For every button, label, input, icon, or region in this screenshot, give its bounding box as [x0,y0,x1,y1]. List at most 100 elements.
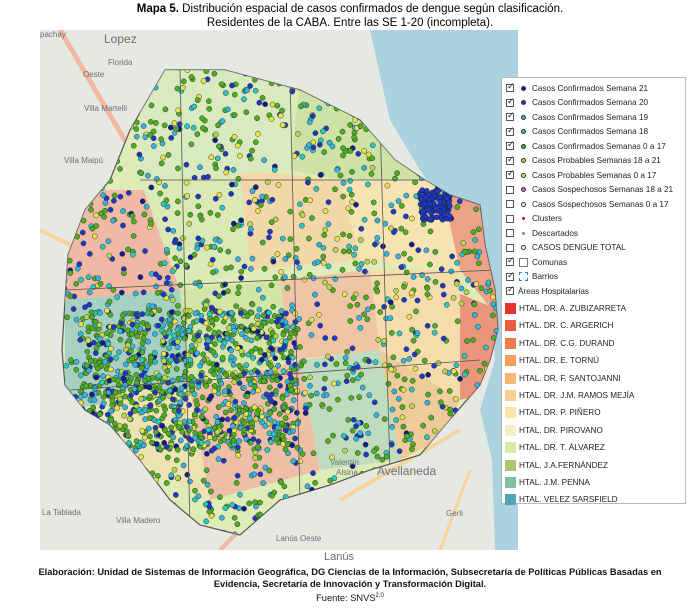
hospital-legend-row: HTAL. J.M. PENNA [502,475,590,491]
case-point [230,226,236,233]
case-point [82,442,89,449]
case-point [180,235,186,241]
case-point [142,407,148,413]
layer-checkbox[interactable] [506,229,514,237]
legend-layer-row[interactable]: Casos Confirmados Semana 19 [502,110,648,124]
case-point [187,478,193,485]
legend-layer-row[interactable]: Clusters [502,212,562,226]
legend-layer-row[interactable]: Casos Confirmados Semanas 0 a 17 [502,139,666,153]
case-point [285,359,292,366]
legend-layer-row[interactable]: Casos Confirmados Semana 21 [502,81,648,95]
layer-checkbox[interactable] [506,126,515,136]
case-point [408,500,414,507]
case-point [177,258,184,265]
case-point [231,414,238,421]
case-point [203,320,210,327]
case-point [146,384,153,391]
layer-checkbox[interactable] [506,285,515,295]
case-point [111,197,117,204]
layer-checkbox[interactable] [506,271,515,281]
case-point [75,111,82,118]
case-point [476,401,483,408]
legend-layer-row[interactable]: Casos Probables Semanas 0 a 17 [502,168,656,182]
case-point [321,149,328,155]
hospital-label: HTAL. DR. J.M. RAMOS MEJÍA [519,391,635,400]
case-point [317,172,324,178]
case-point [343,83,350,90]
case-point [322,375,328,382]
legend-panel[interactable]: Casos Confirmados Semana 21 Casos Confirm… [501,77,686,506]
case-point [75,440,81,447]
case-point [147,485,154,492]
case-point [340,231,346,238]
case-point [454,204,461,210]
case-point [70,443,77,450]
case-point [349,169,355,175]
case-point [397,519,404,526]
case-point [154,289,161,296]
legend-layer-row[interactable]: Descartados [502,226,578,240]
case-point [208,488,214,495]
layer-checkbox[interactable] [506,111,515,121]
case-point [148,354,155,361]
layer-checkbox[interactable] [506,97,515,107]
case-point [295,75,302,82]
case-point [472,237,479,243]
legend-layer-row[interactable]: CASOS DENGUE TOTAL [502,241,626,255]
case-point [114,294,120,300]
case-point [259,193,265,200]
case-point [206,434,213,441]
case-point [284,408,291,415]
legend-layer-row[interactable]: Casos Sospechosos Semanas 0 a 17 [502,197,669,211]
case-point [138,372,145,379]
case-point [110,217,116,224]
case-point [94,462,101,469]
case-point [369,155,376,162]
layer-checkbox[interactable] [506,169,515,179]
legend-layer-row[interactable]: Casos Confirmados Semana 18 [502,125,648,139]
case-point [83,439,89,445]
case-point [139,311,146,317]
case-point [212,195,219,202]
case-point [194,245,201,252]
case-point [272,400,278,407]
legend-layer-row[interactable]: Áreas Hospitalarias [502,284,589,298]
legend-layer-row[interactable]: Casos Probables Semanas 18 a 21 [502,154,661,168]
case-point [208,304,215,311]
case-point [301,276,308,283]
layer-checkbox[interactable] [506,256,515,266]
case-point [453,467,460,474]
case-point [163,246,170,253]
case-point [240,400,247,406]
case-point [366,97,373,103]
case-point [105,437,112,443]
map-canvas[interactable]: Lopez Florida Oeste Villa Martelli Villa… [40,30,518,550]
legend-layer-row[interactable]: Comunas [502,255,567,269]
case-point [78,420,85,427]
layer-checkbox[interactable] [506,214,514,223]
case-point [77,372,84,379]
case-point [84,427,91,434]
case-point [312,291,318,298]
legend-layer-row[interactable]: Casos Sospechosos Semanas 18 a 21 [502,183,673,197]
layer-checkbox[interactable] [506,243,514,252]
layer-checkbox[interactable] [506,140,515,150]
case-point [149,524,156,530]
case-point [424,291,431,298]
layer-checkbox[interactable] [506,82,515,92]
case-point [68,492,74,498]
layer-checkbox[interactable] [506,185,514,194]
case-point [206,508,213,515]
case-point [295,522,302,529]
case-point [125,190,132,196]
case-point [223,169,230,176]
case-point [169,268,176,275]
layer-checkbox[interactable] [506,155,515,165]
case-point [137,385,143,392]
case-point [340,193,347,200]
legend-layer-row[interactable]: Casos Confirmados Semana 20 [502,96,648,110]
case-point [167,322,174,329]
layer-checkbox[interactable] [506,200,514,208]
legend-layer-row[interactable]: Barrios [502,270,558,284]
case-point [182,368,189,375]
